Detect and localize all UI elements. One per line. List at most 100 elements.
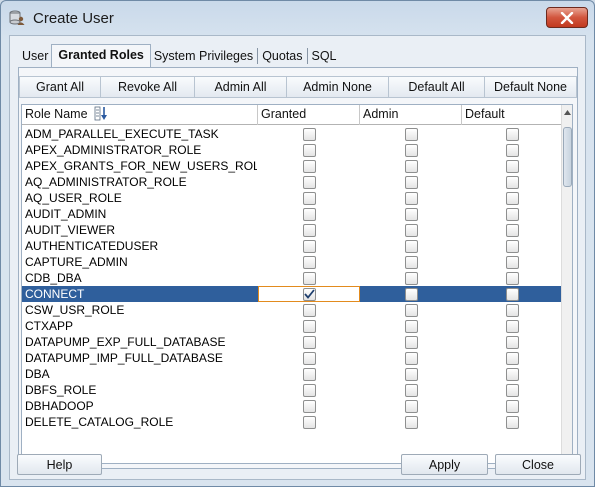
table-row[interactable]: AQ_USER_ROLE <box>22 190 562 206</box>
tab-sql[interactable]: SQL <box>309 45 340 67</box>
table-row[interactable]: CONNECT <box>22 286 562 302</box>
granted-checkbox[interactable] <box>303 415 316 429</box>
default-checkbox[interactable] <box>506 223 519 237</box>
table-row[interactable]: AUDIT_ADMIN <box>22 206 562 222</box>
scroll-up-arrow[interactable] <box>563 107 572 117</box>
admin-checkbox[interactable] <box>405 143 418 157</box>
default-checkbox[interactable] <box>506 159 519 173</box>
granted-checkbox[interactable] <box>303 399 316 413</box>
default-checkbox[interactable] <box>506 287 519 301</box>
admin-checkbox[interactable] <box>405 191 418 205</box>
granted-checkbox[interactable] <box>303 319 316 333</box>
default-checkbox[interactable] <box>506 351 519 365</box>
revoke-all-button[interactable]: Revoke All <box>101 76 195 98</box>
granted-checkbox[interactable] <box>303 239 316 253</box>
admin-checkbox[interactable] <box>405 383 418 397</box>
admin-checkbox[interactable] <box>405 255 418 269</box>
default-checkbox[interactable] <box>506 271 519 285</box>
admin-checkbox[interactable] <box>405 287 418 301</box>
table-row[interactable]: APEX_ADMINISTRATOR_ROLE <box>22 142 562 158</box>
default-checkbox[interactable] <box>506 415 519 429</box>
admin-checkbox[interactable] <box>405 175 418 189</box>
table-row[interactable]: DELETE_CATALOG_ROLE <box>22 414 562 430</box>
admin-none-button[interactable]: Admin None <box>287 76 389 98</box>
admin-checkbox[interactable] <box>405 367 418 381</box>
granted-checkbox[interactable] <box>303 223 316 237</box>
default-checkbox[interactable] <box>506 399 519 413</box>
granted-checkbox[interactable] <box>303 351 316 365</box>
granted-checkbox[interactable] <box>303 367 316 381</box>
apply-button[interactable]: Apply <box>401 454 488 475</box>
admin-checkbox[interactable] <box>405 399 418 413</box>
table-row[interactable]: DBFS_ROLE <box>22 382 562 398</box>
granted-checkbox[interactable] <box>303 159 316 173</box>
default-checkbox[interactable] <box>506 303 519 317</box>
granted-checkbox[interactable] <box>303 255 316 269</box>
tab-system-privileges[interactable]: System Privileges <box>151 45 256 67</box>
granted-checkbox[interactable] <box>303 335 316 349</box>
granted-checkbox[interactable] <box>303 175 316 189</box>
column-header-default[interactable]: Default <box>462 105 562 125</box>
column-header-granted[interactable]: Granted <box>258 105 360 125</box>
column-header-admin[interactable]: Admin <box>360 105 462 125</box>
default-checkbox[interactable] <box>506 207 519 221</box>
default-checkbox[interactable] <box>506 127 519 141</box>
admin-checkbox[interactable] <box>405 319 418 333</box>
default-checkbox[interactable] <box>506 383 519 397</box>
granted-checkbox[interactable] <box>303 127 316 141</box>
granted-checkbox[interactable] <box>303 271 316 285</box>
scroll-thumb[interactable] <box>563 127 572 187</box>
tab-quotas[interactable]: Quotas <box>259 45 305 67</box>
table-row[interactable]: APEX_GRANTS_FOR_NEW_USERS_ROLE <box>22 158 562 174</box>
default-checkbox[interactable] <box>506 319 519 333</box>
table-row[interactable]: AUDIT_VIEWER <box>22 222 562 238</box>
close-button[interactable]: Close <box>495 454 581 475</box>
granted-checkbox[interactable] <box>303 207 316 221</box>
default-all-button[interactable]: Default All <box>389 76 485 98</box>
default-checkbox[interactable] <box>506 175 519 189</box>
table-row[interactable]: CSW_USR_ROLE <box>22 302 562 318</box>
window-close-button[interactable] <box>546 7 588 28</box>
default-checkbox[interactable] <box>506 191 519 205</box>
admin-checkbox[interactable] <box>405 159 418 173</box>
table-row[interactable]: DATAPUMP_IMP_FULL_DATABASE <box>22 350 562 366</box>
admin-checkbox[interactable] <box>405 271 418 285</box>
default-checkbox[interactable] <box>506 143 519 157</box>
admin-checkbox[interactable] <box>405 127 418 141</box>
sort-order-icon[interactable] <box>94 106 108 124</box>
default-checkbox[interactable] <box>506 367 519 381</box>
granted-cell <box>258 158 360 174</box>
admin-checkbox[interactable] <box>405 415 418 429</box>
admin-checkbox[interactable] <box>405 351 418 365</box>
granted-checkbox[interactable] <box>303 143 316 157</box>
table-row[interactable]: DATAPUMP_EXP_FULL_DATABASE <box>22 334 562 350</box>
tab-granted-roles[interactable]: Granted Roles <box>51 44 151 67</box>
granted-checkbox[interactable] <box>303 383 316 397</box>
table-row[interactable]: CAPTURE_ADMIN <box>22 254 562 270</box>
table-row[interactable]: DBHADOOP <box>22 398 562 414</box>
admin-checkbox[interactable] <box>405 223 418 237</box>
default-none-button[interactable]: Default None <box>485 76 577 98</box>
admin-checkbox[interactable] <box>405 207 418 221</box>
granted-checkbox[interactable] <box>302 287 316 301</box>
grant-all-button[interactable]: Grant All <box>19 76 101 98</box>
table-row[interactable]: CDB_DBA <box>22 270 562 286</box>
table-row[interactable]: ADM_PARALLEL_EXECUTE_TASK <box>22 126 562 142</box>
admin-checkbox[interactable] <box>405 335 418 349</box>
table-row[interactable]: DBA <box>22 366 562 382</box>
granted-checkbox[interactable] <box>303 303 316 317</box>
table-row[interactable]: CTXAPP <box>22 318 562 334</box>
table-row[interactable]: AUTHENTICATEDUSER <box>22 238 562 254</box>
column-header-role-name[interactable]: Role Name <box>22 105 258 125</box>
default-checkbox[interactable] <box>506 255 519 269</box>
help-button[interactable]: Help <box>17 454 102 475</box>
admin-checkbox[interactable] <box>405 239 418 253</box>
granted-checkbox[interactable] <box>303 191 316 205</box>
admin-all-button[interactable]: Admin All <box>195 76 287 98</box>
default-checkbox[interactable] <box>506 239 519 253</box>
table-row[interactable]: AQ_ADMINISTRATOR_ROLE <box>22 174 562 190</box>
admin-checkbox[interactable] <box>405 303 418 317</box>
default-checkbox[interactable] <box>506 335 519 349</box>
tab-user[interactable]: User <box>19 45 51 67</box>
vertical-scrollbar[interactable] <box>561 105 572 463</box>
